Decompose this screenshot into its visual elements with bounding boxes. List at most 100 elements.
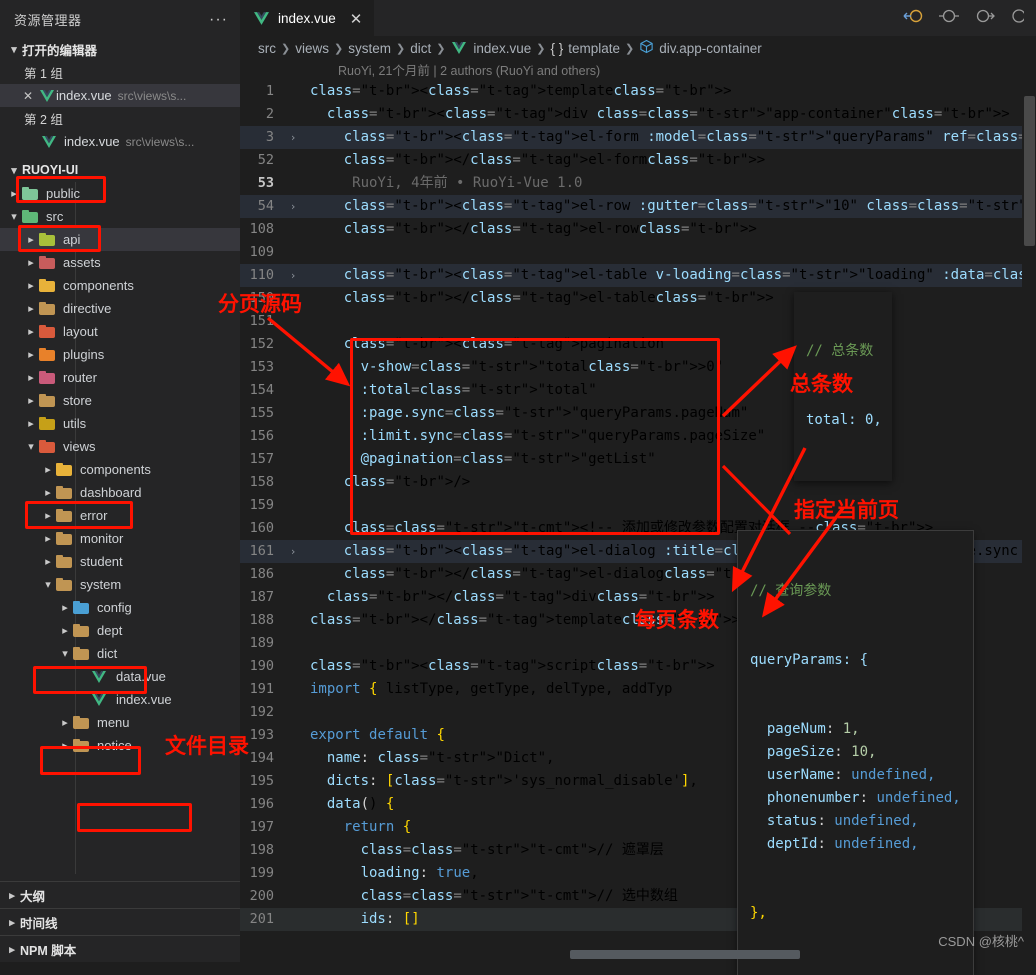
- tree-item-label: index.vue: [116, 692, 172, 707]
- forward-icon[interactable]: [974, 8, 996, 29]
- fold-chevron-icon[interactable]: ›: [284, 540, 302, 563]
- code-line[interactable]: 152 class="t-br"><class="t-tag">paginati…: [240, 333, 1036, 356]
- more-actions-icon[interactable]: [1010, 8, 1026, 29]
- tree-item-student[interactable]: ▸ student: [0, 550, 240, 573]
- panel-timeline[interactable]: ▸ 时间线: [0, 908, 240, 935]
- tree-item-components[interactable]: ▸ components: [0, 458, 240, 481]
- explorer-more-icon[interactable]: ···: [209, 11, 228, 27]
- code-text: class="t-br"><class="t-tag">el-table v-l…: [343, 267, 1036, 283]
- tree-item-views[interactable]: ▾ views: [0, 435, 240, 458]
- code-text: class=class="t-str">"t-cmt">// 遮罩层: [360, 842, 664, 858]
- folder-icon: [39, 325, 55, 338]
- project-root-ruoyi-ui[interactable]: ▾ RUOYI-UI: [0, 158, 240, 182]
- code-line[interactable]: 108 class="t-br"></class="t-tag">el-rowc…: [240, 218, 1036, 241]
- tree-item-label: error: [80, 508, 108, 523]
- breadcrumb-template[interactable]: template: [568, 41, 620, 56]
- tree-item-dept[interactable]: ▸ dept: [0, 619, 240, 642]
- tree-item-data-vue[interactable]: data.vue: [0, 665, 240, 688]
- code-line[interactable]: 158 class="t-br">/>: [240, 471, 1036, 494]
- tree-item-label: router: [63, 370, 97, 385]
- close-icon[interactable]: ✕: [350, 10, 363, 28]
- chevron-right-icon: ▸: [62, 717, 68, 729]
- tree-item-router[interactable]: ▸ router: [0, 366, 240, 389]
- chevron-right-icon: ▸: [62, 740, 68, 752]
- code-line[interactable]: 155 :page.sync=class="t-str">"queryParam…: [240, 402, 1036, 425]
- back-icon[interactable]: [938, 8, 960, 29]
- tree-item-error[interactable]: ▸ error: [0, 504, 240, 527]
- tree-item-system[interactable]: ▾ system: [0, 573, 240, 596]
- tab-label: index.vue: [278, 11, 336, 26]
- tree-item-public[interactable]: ▸ public: [0, 182, 240, 205]
- tree-item-config[interactable]: ▸ config: [0, 596, 240, 619]
- breadcrumb-dict[interactable]: dict: [410, 41, 431, 56]
- breadcrumb-system[interactable]: system: [348, 41, 391, 56]
- code-line[interactable]: 157 @pagination=class="t-str">"getList": [240, 448, 1036, 471]
- tree-item-layout[interactable]: ▸ layout: [0, 320, 240, 343]
- chevron-right-icon: ▸: [62, 625, 68, 637]
- breadcrumb-div-app-container[interactable]: div.app-container: [659, 41, 762, 56]
- code-line[interactable]: 110 › class="t-br"><class="t-tag">el-tabl…: [240, 264, 1036, 287]
- code-line[interactable]: 151: [240, 310, 1036, 333]
- tree-item-dashboard[interactable]: ▸ dashboard: [0, 481, 240, 504]
- chevron-right-icon: ▸: [28, 349, 34, 361]
- horizontal-scrollbar-thumb[interactable]: [570, 950, 800, 959]
- code-line[interactable]: 52 class="t-br"></class="t-tag">el-formc…: [240, 149, 1036, 172]
- tree-item-dict[interactable]: ▾ dict: [0, 642, 240, 665]
- split-editor-icon[interactable]: [902, 8, 924, 29]
- line-number: 187: [249, 589, 274, 605]
- editor-minimap[interactable]: [1022, 36, 1036, 962]
- tree-item-label: dept: [97, 623, 123, 638]
- chevron-down-icon: ▾: [45, 579, 51, 591]
- open-editors-label: 打开的编辑器: [22, 43, 98, 58]
- popup-query-separator: :: [834, 767, 852, 783]
- tree-item-plugins[interactable]: ▸ plugins: [0, 343, 240, 366]
- fold-chevron-icon[interactable]: ›: [284, 126, 302, 149]
- fold-chevron-icon[interactable]: ›: [284, 264, 302, 287]
- editor-group-2-label: 第 2 组: [24, 113, 63, 127]
- panel-outline[interactable]: ▸ 大纲: [0, 881, 240, 908]
- open-editor-filename: index.vue: [56, 88, 112, 103]
- code-line[interactable]: 2 class="t-br"><class="t-tag">div class=…: [240, 103, 1036, 126]
- code-line[interactable]: 150 class="t-br"></class="t-tag">el-tabl…: [240, 287, 1036, 310]
- open-editors-section[interactable]: ▾ 打开的编辑器: [0, 37, 240, 61]
- code-line[interactable]: 156 :limit.sync=class="t-str">"queryPara…: [240, 425, 1036, 448]
- tree-item-label: system: [80, 577, 122, 592]
- tree-item-store[interactable]: ▸ store: [0, 389, 240, 412]
- tree-item-utils[interactable]: ▸ utils: [0, 412, 240, 435]
- code-line[interactable]: 3 › class="t-br"><class="t-tag">el-form :…: [240, 126, 1036, 149]
- code-line[interactable]: 154 :total=class="t-str">"total": [240, 379, 1036, 402]
- code-line[interactable]: 159: [240, 494, 1036, 517]
- tree-item-components[interactable]: ▸ components: [0, 274, 240, 297]
- code-line[interactable]: 109: [240, 241, 1036, 264]
- tree-item-src[interactable]: ▾ src: [0, 205, 240, 228]
- folder-icon: [56, 509, 72, 522]
- popup-query-value: undefined,: [851, 767, 936, 783]
- code-text: class="t-br"></class="t-tag">el-formclas…: [343, 152, 766, 168]
- breadcrumb-index-vue[interactable]: index.vue: [473, 41, 531, 56]
- tree-item-api[interactable]: ▸ api: [0, 228, 240, 251]
- line-number: 195: [249, 773, 274, 789]
- breadcrumb-src[interactable]: src: [258, 41, 276, 56]
- tree-item-directive[interactable]: ▸ directive: [0, 297, 240, 320]
- panel-npm-scripts[interactable]: ▸ NPM 脚本: [0, 935, 240, 962]
- close-icon[interactable]: ✕: [18, 89, 38, 103]
- tree-item-monitor[interactable]: ▸ monitor: [0, 527, 240, 550]
- code-line[interactable]: 53 RuoYi, 4年前 • RuoYi-Vue 1.0: [240, 172, 1036, 195]
- open-editor-item-1[interactable]: ✕ index.vue src\views\s...: [0, 84, 240, 107]
- fold-chevron-icon[interactable]: ›: [284, 195, 302, 218]
- code-line[interactable]: 1 class="t-br"><class="t-tag">templatecla…: [240, 80, 1036, 103]
- breadcrumb-views[interactable]: views: [295, 41, 329, 56]
- tree-item-menu[interactable]: ▸ menu: [0, 711, 240, 734]
- tree-item-assets[interactable]: ▸ assets: [0, 251, 240, 274]
- popup-queryparams-code: // 查询参数 queryParams: { pageNum: 1, pageS…: [737, 530, 974, 975]
- tree-item-index-vue[interactable]: index.vue: [0, 688, 240, 711]
- code-text: class="t-br"><class="t-tag">div class=cl…: [326, 106, 1010, 122]
- line-number: 200: [249, 888, 274, 904]
- open-editor-item-2[interactable]: index.vue src\views\s...: [0, 130, 240, 153]
- vertical-scrollbar-thumb[interactable]: [1024, 96, 1035, 246]
- tab-index-vue[interactable]: index.vue ✕: [240, 0, 375, 36]
- code-line[interactable]: 54 › class="t-br"><class="t-tag">el-row :…: [240, 195, 1036, 218]
- tree-item-notice[interactable]: ▸ notice: [0, 734, 240, 757]
- file-tree: ▸ public ▾ src ▸ api ▸ assets ▸ components ▸ direct…: [0, 182, 240, 757]
- code-line[interactable]: 153 v-show=class="t-str">"totalclass="t-…: [240, 356, 1036, 379]
